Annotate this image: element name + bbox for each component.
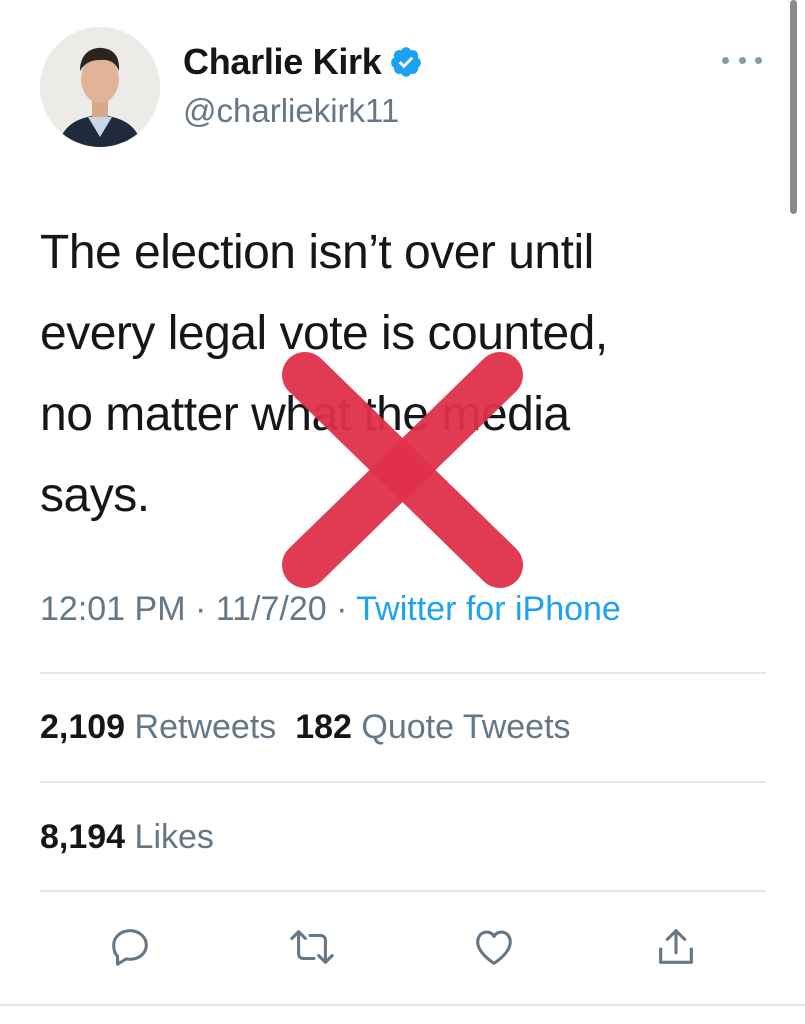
action-bar (0, 918, 805, 978)
more-dot (722, 56, 729, 64)
meta-separator: · (185, 590, 216, 628)
tweet-metadata: 12:01 PM · 11/7/20 · Twitter for iPhone (40, 590, 621, 629)
likes-stat[interactable]: 8,194 Likes (40, 818, 214, 857)
share-icon (659, 929, 693, 964)
profile-photo (40, 27, 160, 147)
share-button[interactable] (647, 918, 705, 976)
verified-badge-icon (391, 47, 422, 77)
retweets-count: 2,109 (40, 708, 126, 746)
author-name[interactable]: Charlie Kirk (183, 41, 382, 83)
divider (40, 781, 766, 783)
retweets-label: Retweets (134, 708, 277, 746)
retweets-stat[interactable]: 2,109 Retweets (40, 708, 276, 746)
avatar[interactable] (40, 27, 160, 147)
divider (40, 890, 766, 892)
retweet-quote-stats: 2,109 Retweets 182 Quote Tweets (40, 708, 571, 747)
reply-button[interactable] (101, 918, 159, 976)
more-dot (738, 56, 746, 64)
divider (40, 672, 766, 674)
likes-count: 8,194 (40, 818, 126, 856)
retweet-button[interactable] (283, 918, 341, 976)
author-row: Charlie Kirk (183, 40, 423, 84)
scrollbar[interactable] (790, 0, 797, 214)
like-icon (476, 930, 512, 965)
more-options-icon[interactable] (722, 48, 762, 72)
reply-icon (112, 929, 148, 966)
quote-tweets-label: Quote Tweets (361, 708, 571, 746)
meta-separator: · (326, 590, 357, 628)
likes-label: Likes (134, 818, 214, 856)
author-handle[interactable]: @charliekirk11 (183, 92, 399, 130)
tweet-text-line: The election isn’t over until (40, 226, 594, 279)
quote-tweets-stat[interactable]: 182 Quote Tweets (295, 708, 570, 746)
red-x-overlay-icon (282, 352, 523, 588)
tweet-time[interactable]: 12:01 PM (40, 590, 186, 628)
tweet-source-link[interactable]: Twitter for iPhone (356, 590, 621, 628)
quote-tweets-count: 182 (295, 708, 352, 746)
like-button[interactable] (465, 918, 523, 976)
tweet-date[interactable]: 11/7/20 (216, 590, 327, 628)
bottom-divider (0, 1004, 805, 1006)
retweet-icon (290, 930, 334, 964)
more-dot (755, 56, 762, 64)
